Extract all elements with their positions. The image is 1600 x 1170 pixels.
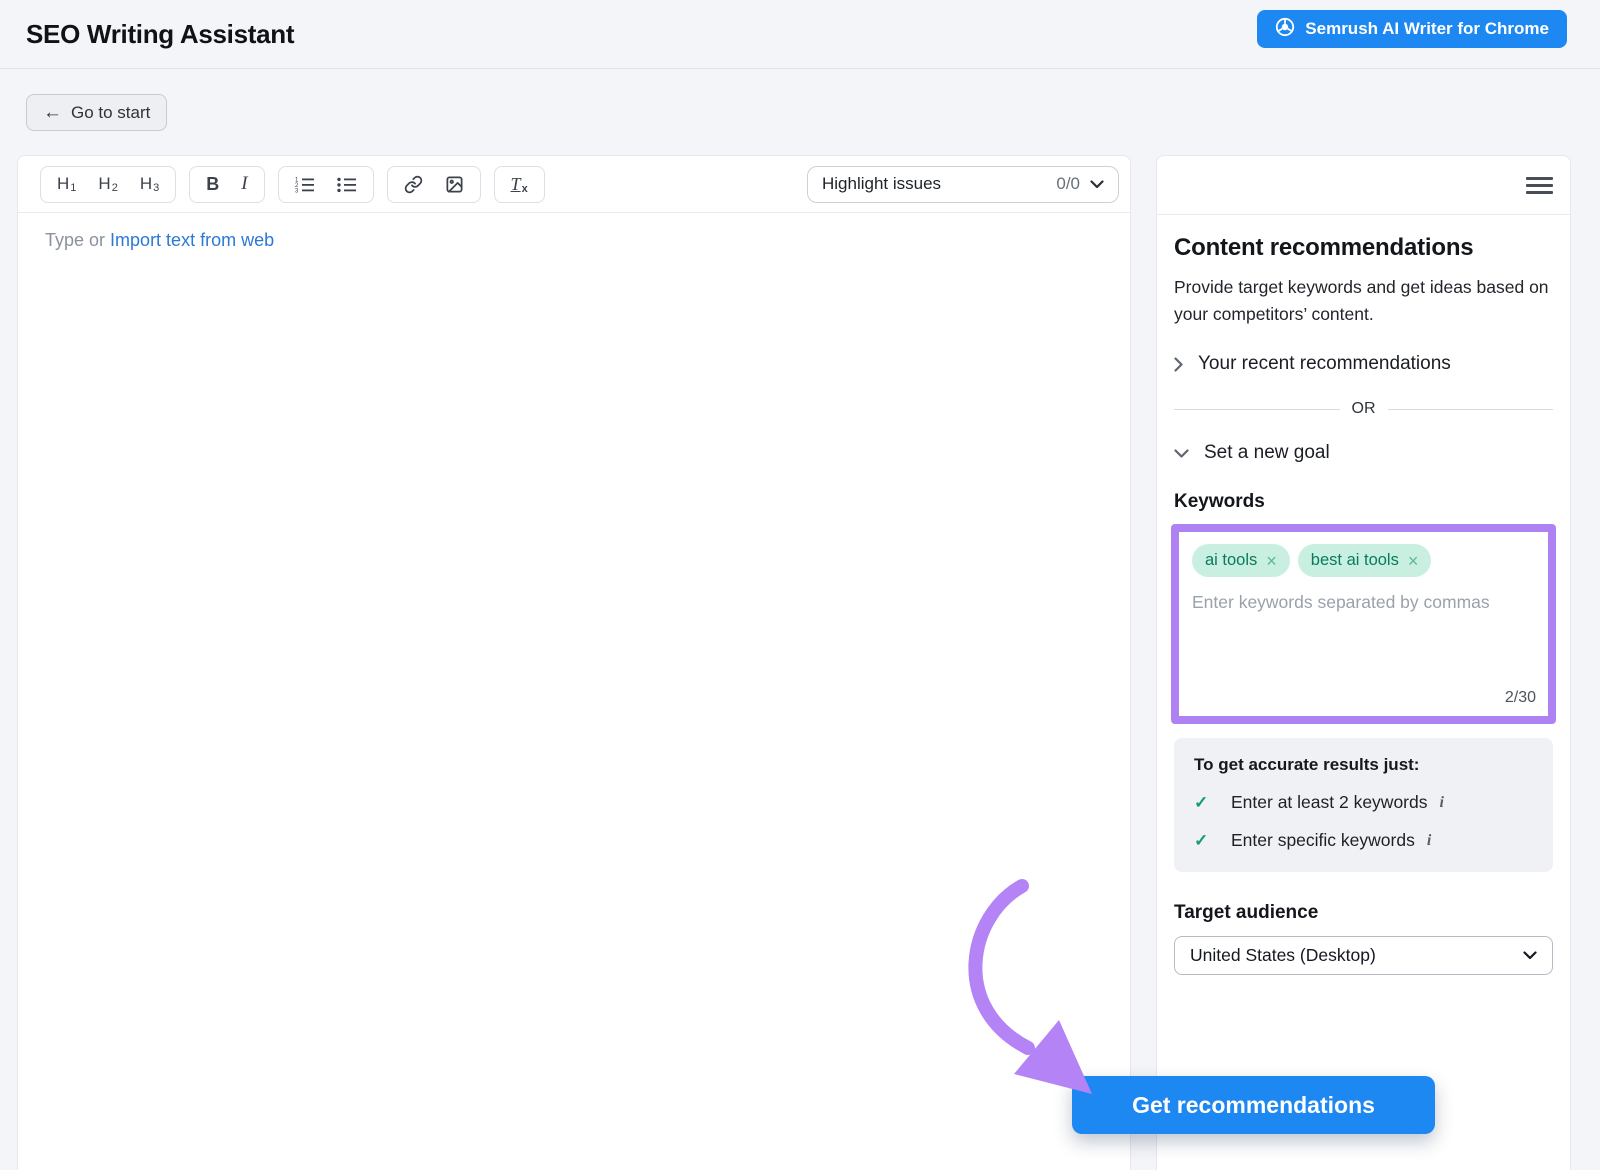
svg-text:3: 3 xyxy=(295,188,299,193)
image-icon[interactable] xyxy=(434,167,475,202)
check-icon: ✓ xyxy=(1194,793,1231,813)
set-new-goal-toggle[interactable]: Set a new goal xyxy=(1174,442,1553,464)
editor-placeholder-text: Type or xyxy=(45,230,105,250)
go-to-start-button[interactable]: ← Go to start xyxy=(26,94,167,131)
info-icon[interactable]: i xyxy=(1427,832,1431,850)
recent-recommendations-label: Your recent recommendations xyxy=(1198,353,1451,375)
format-button-group: B I xyxy=(189,166,264,203)
remove-keyword-icon[interactable]: × xyxy=(1408,552,1419,570)
tip-item: ✓ Enter specific keywords i xyxy=(1194,830,1533,851)
bullet-list-icon[interactable] xyxy=(326,167,368,202)
keyword-tag: ai tools × xyxy=(1192,544,1290,577)
info-icon[interactable]: i xyxy=(1439,794,1443,812)
editor-panel: H1 H2 H3 B I 1 2 3 xyxy=(17,155,1131,1170)
insert-button-group xyxy=(387,166,481,203)
bold-button[interactable]: B xyxy=(195,167,230,202)
link-icon[interactable] xyxy=(393,167,434,202)
import-text-link[interactable]: Import text from web xyxy=(110,230,274,250)
recent-recommendations-toggle[interactable]: Your recent recommendations xyxy=(1174,353,1553,375)
chrome-icon xyxy=(1275,17,1295,42)
page-title: SEO Writing Assistant xyxy=(26,19,294,50)
editor-text-area[interactable]: Type or Import text from web xyxy=(45,230,1130,251)
highlight-issues-count: 0/0 xyxy=(1056,174,1080,194)
clear-formatting-icon[interactable]: Tx xyxy=(500,167,539,202)
h3-button[interactable]: H3 xyxy=(129,167,170,202)
sidebar-header xyxy=(1157,156,1570,215)
tip-item-label: Enter at least 2 keywords xyxy=(1231,792,1427,813)
or-divider: OR xyxy=(1174,400,1553,418)
clear-format-group: Tx xyxy=(494,166,545,203)
tip-item-label: Enter specific keywords xyxy=(1231,830,1415,851)
sidebar-panel: Content recommendations Provide target k… xyxy=(1156,155,1571,1170)
heading-button-group: H1 H2 H3 xyxy=(40,166,176,203)
accuracy-tips-box: To get accurate results just: ✓ Enter at… xyxy=(1174,738,1553,872)
chevron-down-icon xyxy=(1090,180,1104,189)
app-header: SEO Writing Assistant Semrush AI Writer … xyxy=(0,0,1600,69)
chrome-button-label: Semrush AI Writer for Chrome xyxy=(1305,19,1549,39)
keywords-input[interactable]: ai tools × best ai tools × Enter keyword… xyxy=(1171,524,1556,724)
tip-item: ✓ Enter at least 2 keywords i xyxy=(1194,792,1533,813)
target-audience-select[interactable]: United States (Desktop) xyxy=(1174,936,1553,975)
keyword-tag-label: ai tools xyxy=(1205,551,1257,570)
back-arrow-icon: ← xyxy=(43,103,62,122)
chevron-down-icon xyxy=(1523,951,1537,960)
highlight-issues-dropdown[interactable]: Highlight issues 0/0 xyxy=(807,166,1119,203)
chevron-right-icon xyxy=(1174,357,1183,372)
keywords-counter: 2/30 xyxy=(1505,689,1536,707)
chrome-extension-button[interactable]: Semrush AI Writer for Chrome xyxy=(1257,10,1567,48)
tips-heading: To get accurate results just: xyxy=(1194,755,1533,775)
target-audience-value: United States (Desktop) xyxy=(1190,945,1376,966)
remove-keyword-icon[interactable]: × xyxy=(1266,552,1277,570)
go-to-start-label: Go to start xyxy=(71,103,150,123)
h2-button[interactable]: H2 xyxy=(87,167,128,202)
chevron-down-icon xyxy=(1174,449,1189,458)
get-recommendations-button[interactable]: Get recommendations xyxy=(1072,1076,1435,1134)
or-label: OR xyxy=(1352,400,1376,418)
highlight-issues-label: Highlight issues xyxy=(822,174,941,194)
keyword-tag-label: best ai tools xyxy=(1311,551,1399,570)
menu-icon[interactable] xyxy=(1526,173,1553,198)
keywords-label: Keywords xyxy=(1174,491,1553,513)
keyword-tag: best ai tools × xyxy=(1298,544,1432,577)
h1-button[interactable]: H1 xyxy=(46,167,87,202)
editor-toolbar: H1 H2 H3 B I 1 2 3 xyxy=(18,156,1130,213)
check-icon: ✓ xyxy=(1194,831,1231,851)
set-new-goal-label: Set a new goal xyxy=(1204,442,1330,464)
keywords-placeholder: Enter keywords separated by commas xyxy=(1192,592,1535,613)
target-audience-label: Target audience xyxy=(1174,902,1553,924)
sidebar-title: Content recommendations xyxy=(1174,234,1553,262)
ordered-list-icon[interactable]: 1 2 3 xyxy=(284,167,326,202)
sidebar-description: Provide target keywords and get ideas ba… xyxy=(1174,274,1553,328)
italic-button[interactable]: I xyxy=(230,167,258,202)
list-button-group: 1 2 3 xyxy=(278,166,374,203)
